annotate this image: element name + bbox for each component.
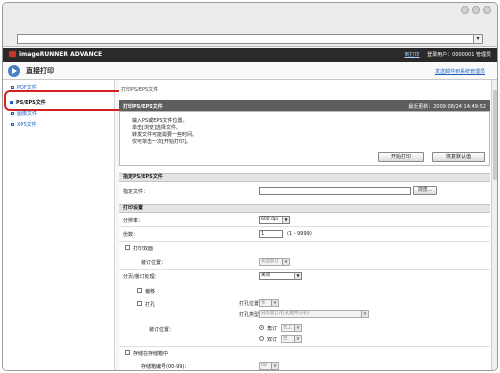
box-number-select[interactable]: 00 ▼	[259, 362, 279, 370]
minimize-button[interactable]	[461, 6, 469, 14]
close-button[interactable]	[483, 6, 491, 14]
maximize-button[interactable]	[472, 6, 480, 14]
bullet-icon	[11, 86, 14, 89]
chevron-down-icon: ▼	[271, 363, 278, 369]
bullet-icon	[11, 112, 14, 115]
finishing-select[interactable]: 关闭 ▼	[259, 272, 302, 280]
instruction-line: 仅可单击一次[开始打印]。	[132, 139, 191, 145]
sidebar-item-xps[interactable]: XPS文件	[11, 121, 37, 128]
staple-position-label: 装订位置：	[149, 327, 175, 333]
sidebar-item-image[interactable]: 图像文件	[11, 110, 37, 117]
bullet-icon	[10, 101, 13, 104]
browse-button[interactable]: 浏览...	[413, 186, 437, 195]
staple-double-select[interactable]: 左 ▼	[281, 335, 302, 343]
chevron-down-icon: ▼	[294, 273, 301, 279]
box-number-value: 00	[261, 363, 267, 368]
finishing-value: 关闭	[261, 273, 270, 278]
brand: imageRUNNER ADVANCE	[9, 51, 102, 58]
file-label: 指定文件：	[123, 189, 149, 195]
chevron-down-icon: ▼	[271, 300, 278, 306]
copies-label: 份数：	[123, 232, 139, 238]
sidebar-item-label: XPS文件	[17, 122, 37, 128]
panel-header: 打印PS/EPS文件 最近更新：2009 08/24 14:49:52	[119, 100, 490, 111]
bullet-icon	[11, 123, 14, 126]
staple-corner-value: 左上	[283, 325, 292, 330]
store-label: 存储在存储箱中	[133, 351, 169, 357]
staple-corner-select[interactable]: 左上 ▼	[281, 324, 302, 332]
divider	[119, 269, 490, 270]
function-bar: 直接打印 发送邮件到系统管理员	[3, 62, 497, 80]
instruction-line: 单击[浏览]选择文件。	[132, 125, 181, 131]
staple-corner-radio[interactable]	[259, 325, 264, 330]
scrollbar-thumb[interactable]	[493, 90, 497, 180]
app-header: imageRUNNER ADVANCE 到打印 登录用户：0000001 管理员	[3, 48, 497, 62]
staple-double-radio[interactable]	[259, 336, 264, 341]
header-right: 到打印 登录用户：0000001 管理员	[405, 51, 491, 58]
goto-print-link[interactable]: 到打印	[405, 52, 420, 58]
binding-select[interactable]: 长边装订 ▼	[259, 258, 290, 266]
section-print-settings: 打印设置	[119, 204, 490, 213]
copies-range: (1 - 9999)	[287, 231, 312, 237]
sidebar-item-label: PS/EPS文件	[16, 100, 46, 106]
divider	[119, 226, 490, 227]
address-dropdown-icon[interactable]: ▾	[473, 35, 482, 43]
section-file: 指定PS/EPS文件	[119, 173, 490, 182]
offset-checkbox[interactable]	[137, 288, 142, 293]
window-frame: ▾ imageRUNNER ADVANCE 到打印 登录用户：0000001 管…	[2, 2, 498, 371]
breadcrumb: 打印PS/EPS文件	[121, 87, 159, 93]
instruction-line: 转发文件可能需要一些时间。	[132, 132, 198, 138]
canon-logo-icon	[9, 51, 16, 57]
binding-label: 装订位置：	[141, 260, 167, 266]
store-checkbox[interactable]	[125, 350, 130, 355]
sidebar-item-pseps[interactable]: PS/EPS文件	[4, 90, 125, 111]
punch-checkbox[interactable]	[137, 301, 142, 306]
staple-corner-label: 角订	[267, 326, 278, 332]
page-title: 直接打印	[26, 67, 54, 75]
resolution-label: 分辨率：	[123, 218, 144, 224]
finishing-label: 分页/装订处理：	[123, 274, 160, 280]
chevron-down-icon: ▼	[294, 325, 301, 331]
staple-double-value: 左	[283, 336, 288, 341]
punch-position-select[interactable]: 左 ▼	[259, 299, 279, 307]
punch-type-value: 分页装订/打孔组件(2孔)	[261, 311, 310, 316]
divider	[119, 346, 490, 347]
chevron-down-icon: ▼	[282, 217, 289, 223]
duplex-label: 打印双面	[133, 246, 154, 252]
resolution-value: 600 dpi	[261, 217, 278, 222]
offset-label: 偏移	[145, 289, 156, 295]
mail-admin-link[interactable]: 发送邮件到系统管理员	[435, 68, 485, 75]
browser-toolbar: ▾	[3, 3, 497, 47]
duplex-checkbox[interactable]	[125, 245, 130, 250]
brand-name: imageRUNNER ADVANCE	[19, 51, 103, 58]
start-print-button[interactable]: 开始打印	[378, 152, 424, 162]
vertical-scrollbar[interactable]	[491, 80, 497, 370]
punch-label: 打孔	[145, 302, 156, 308]
chevron-down-icon: ▼	[282, 259, 289, 265]
resolution-select[interactable]: 600 dpi ▼	[259, 216, 290, 224]
copies-input[interactable]: 1	[259, 230, 283, 238]
staple-double-label: 双订	[267, 337, 278, 343]
instruction-line: 输入PS或EPS文件位置。	[132, 118, 188, 124]
instruction-box: 输入PS或EPS文件位置。 单击[浏览]选择文件。 转发文件可能需要一些时间。 …	[119, 111, 490, 166]
chevron-down-icon: ▼	[294, 336, 301, 342]
direct-print-icon	[8, 65, 20, 77]
login-user: 登录用户：0000001 管理员	[427, 52, 491, 58]
address-bar[interactable]: ▾	[17, 34, 483, 44]
punch-type-select[interactable]: 分页装订/打孔组件(2孔) ▼	[259, 310, 369, 318]
restore-defaults-button[interactable]: 恢复默认值	[432, 152, 485, 162]
sidebar-item-active-label: PS/EPS文件	[10, 99, 46, 106]
last-update: 最近更新：2009 08/24 14:49:52	[408, 104, 486, 110]
sidebar-item-label: 图像文件	[17, 111, 38, 117]
sidebar: PDF文件 PS/EPS文件 图像文件 XPS文件	[3, 80, 125, 370]
main-content: 打印PS/EPS文件 打印PS/EPS文件 最近更新：2009 08/24 14…	[119, 80, 491, 370]
file-path-input[interactable]	[259, 187, 411, 195]
chevron-down-icon: ▼	[361, 311, 368, 317]
divider	[119, 241, 490, 242]
punch-position-value: 左	[261, 300, 266, 305]
box-number-label: 存储箱编号(00-99)：	[141, 364, 190, 370]
panel-title: 打印PS/EPS文件	[123, 104, 163, 110]
binding-value: 长边装订	[261, 259, 279, 264]
